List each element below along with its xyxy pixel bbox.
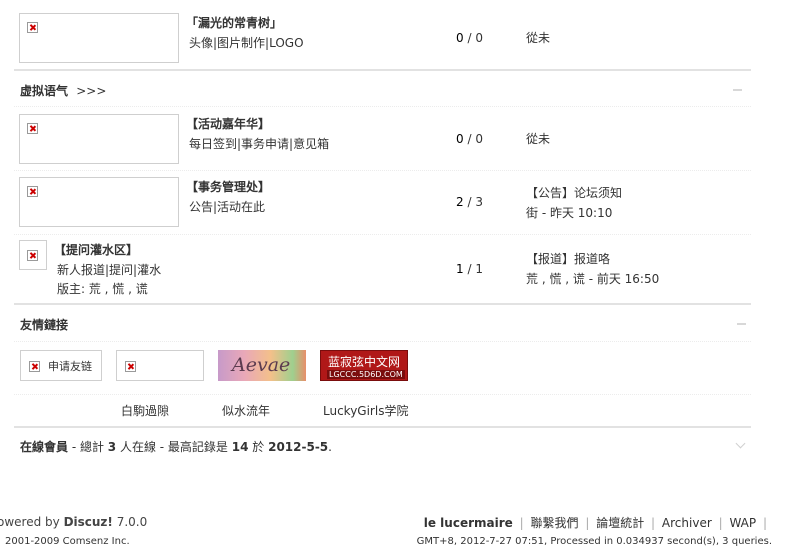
count-separator: /	[463, 195, 476, 209]
online-count: 3	[107, 440, 117, 454]
online-record: 14	[231, 440, 249, 454]
site-name-link[interactable]: le lucermaire	[424, 516, 513, 530]
broken-image-icon	[27, 22, 38, 33]
nav-separator: |	[519, 516, 524, 530]
nav-separator: |	[585, 516, 590, 530]
links-section-title[interactable]: 友情鏈接	[20, 316, 68, 333]
forum-counts: 0 / 0	[456, 132, 483, 146]
topic-count: 1	[456, 262, 464, 276]
forum-subforums[interactable]: 新人报道|提问|灌水	[57, 261, 161, 278]
collapse-icon[interactable]	[737, 323, 746, 325]
powered-prefix: owered by	[0, 515, 64, 529]
post-count: 3	[475, 195, 483, 209]
online-suffix: .	[328, 440, 332, 454]
broken-image-icon	[27, 186, 38, 197]
broken-image-icon	[27, 250, 38, 261]
divider	[14, 234, 751, 235]
online-prefix: - 總計	[68, 440, 108, 454]
divider	[14, 106, 751, 107]
footer-nav: le lucermaire | 聯繫我們 | 論壇統計 | Archiver |…	[424, 514, 767, 531]
category-arrows: >>>	[76, 84, 107, 98]
count-separator: /	[463, 132, 476, 146]
forum-title[interactable]: 【活动嘉年华】	[186, 115, 270, 132]
count-separator: /	[463, 31, 476, 45]
forum-icon-frame[interactable]	[19, 13, 179, 63]
nav-separator: |	[651, 516, 656, 530]
online-on: 於	[248, 440, 269, 454]
post-count: 0	[475, 31, 483, 45]
last-post-title[interactable]: 【公告】论坛须知	[526, 184, 622, 201]
copyright: 2001-2009 Comsenz Inc.	[5, 536, 130, 547]
stats-link[interactable]: 論壇統計	[596, 516, 644, 530]
category-title[interactable]: 虚拟语气 >>>	[20, 82, 106, 99]
last-post: 從未	[526, 132, 551, 146]
online-record-date: 2012-5-5	[268, 440, 329, 454]
text-link[interactable]: LuckyGirls学院	[323, 402, 408, 419]
topic-count: 0	[456, 132, 464, 146]
lgccc-banner-title: 蓝寂弦中文网	[328, 355, 401, 369]
forum-icon-frame[interactable]	[19, 177, 179, 227]
discuz-link[interactable]: Discuz!	[64, 515, 113, 529]
aevae-logo: Aevae	[232, 354, 291, 376]
forum-icon-frame[interactable]	[19, 114, 179, 164]
divider	[14, 170, 751, 171]
count-separator: /	[463, 262, 476, 276]
divider	[14, 303, 751, 305]
post-count: 1	[475, 262, 483, 276]
forum-counts: 0 / 0	[456, 31, 483, 45]
forum-subforums[interactable]: 每日签到|事务申请|意见箱	[189, 135, 329, 152]
forum-counts: 1 / 1	[456, 262, 483, 276]
powered-by: owered by Discuz! 7.0.0	[0, 515, 147, 529]
last-post-meta: 荒 , 慌 , 谎 - 前天 16:50	[526, 272, 660, 286]
forum-title[interactable]: 【提问灌水区】	[54, 241, 138, 258]
link-banner-broken[interactable]	[116, 350, 204, 381]
nav-separator: |	[718, 516, 723, 530]
category-name[interactable]: 虚拟语气	[20, 84, 68, 98]
broken-image-icon	[27, 123, 38, 134]
forum-moderators[interactable]: 版主: 荒 , 慌 , 谎	[57, 280, 148, 297]
online-mid: 人在線 - 最高記錄是	[116, 440, 232, 454]
online-label[interactable]: 在線會員	[20, 440, 68, 454]
topic-count: 0	[456, 31, 464, 45]
last-post-meta: 街 - 昨天 10:10	[526, 206, 613, 220]
online-members: 在線會員 - 總計 3 人在線 - 最高記錄是 14 於 2012-5-5.	[20, 438, 332, 455]
forum-subforums[interactable]: 头像|图片制作|LOGO	[189, 34, 304, 51]
forum-title[interactable]: 【事务管理处】	[186, 178, 270, 195]
topic-count: 2	[456, 195, 464, 209]
forum-subforums[interactable]: 公告|活动在此	[189, 198, 265, 215]
last-post: 從未	[526, 31, 551, 45]
chevron-down-icon[interactable]	[735, 438, 746, 449]
divider	[14, 341, 751, 342]
discuz-version: 7.0.0	[112, 515, 148, 529]
lgccc-banner-url: LGCCC.5D6D.COM	[327, 370, 405, 379]
aevae-banner[interactable]: Aevae	[218, 350, 306, 381]
post-count: 0	[475, 132, 483, 146]
archiver-link[interactable]: Archiver	[662, 516, 712, 530]
last-post-title[interactable]: 【报道】报道咯	[526, 250, 610, 267]
forum-title[interactable]: 「漏光的常青树」	[186, 14, 282, 31]
forum-counts: 2 / 3	[456, 195, 483, 209]
forum-icon-frame[interactable]	[19, 240, 47, 270]
apply-link-label: 申请友链	[48, 360, 92, 373]
apply-link-banner[interactable]: 申请友链	[20, 350, 102, 381]
divider	[14, 69, 751, 71]
lgccc-banner[interactable]: 蓝寂弦中文网 LGCCC.5D6D.COM	[320, 350, 408, 381]
contact-link[interactable]: 聯繫我們	[530, 516, 578, 530]
nav-separator: |	[762, 516, 767, 530]
collapse-icon[interactable]	[733, 89, 742, 91]
text-link[interactable]: 似水流年	[222, 402, 270, 419]
text-link[interactable]: 白駒過隙	[121, 402, 169, 419]
wap-link[interactable]: WAP	[729, 516, 756, 530]
broken-image-icon	[29, 361, 40, 372]
server-status: GMT+8, 2012-7-27 07:51, Processed in 0.0…	[416, 536, 772, 547]
broken-image-icon	[125, 361, 136, 372]
divider	[14, 426, 751, 428]
divider	[14, 394, 751, 395]
